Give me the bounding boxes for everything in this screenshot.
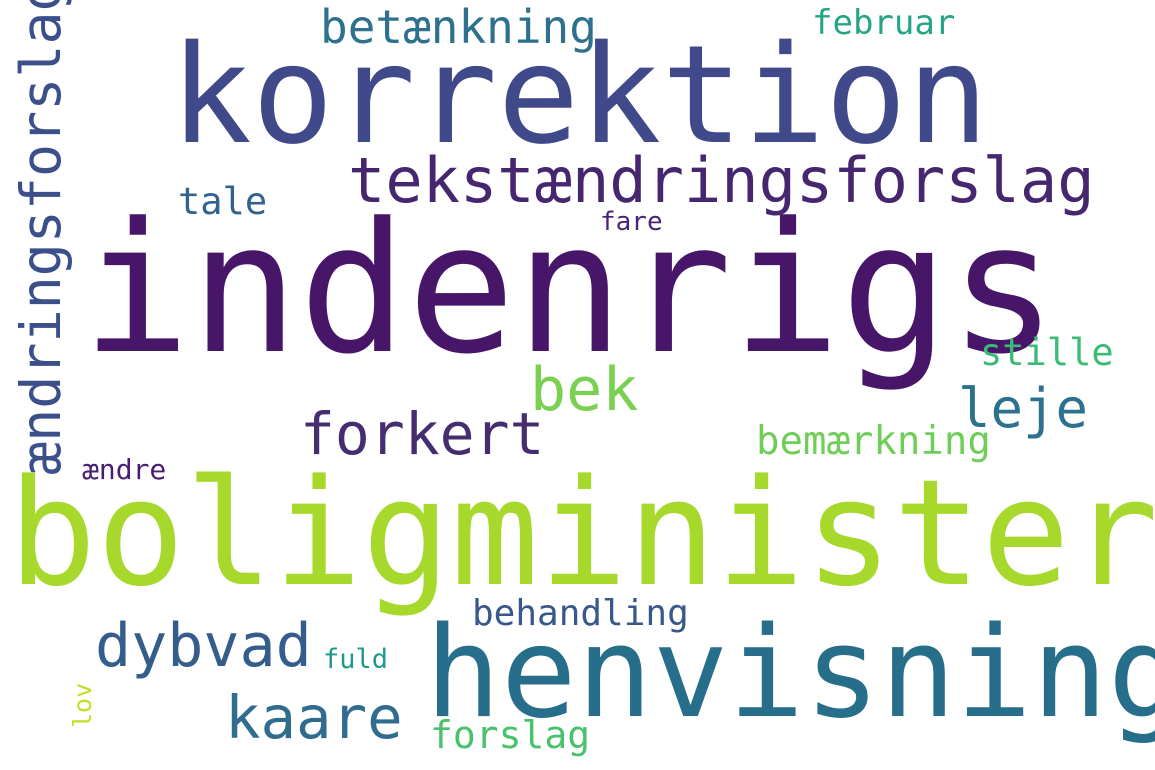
word-cloud: indenrigs boligminister korrektion henvi… [0,0,1155,770]
word-forkert: forkert [300,400,545,468]
word-aendre: ændre [82,453,167,486]
word-aendringsforslag: ændringsforslag [9,0,73,475]
word-februar: februar [812,3,956,43]
word-indenrigs: indenrigs [82,185,1058,394]
word-boligminister: boligminister [8,448,1155,619]
word-kaare: kaare [225,683,403,752]
word-behandling: behandling [472,593,689,634]
word-fuld: fuld [323,644,389,675]
word-lov: lov [68,682,97,728]
word-betaenkning: betænkning [320,0,597,54]
word-dybvad: dybvad [95,611,312,681]
word-fare: fare [600,207,663,237]
word-stille: stille [980,331,1114,374]
word-bemaerkning: bemærkning [756,419,991,464]
word-tale: tale [178,180,268,223]
word-bek: bek [530,355,639,425]
word-tekstaendringsforslag: tekstændringsforslag [348,144,1095,217]
word-forslag: forslag [430,713,591,757]
